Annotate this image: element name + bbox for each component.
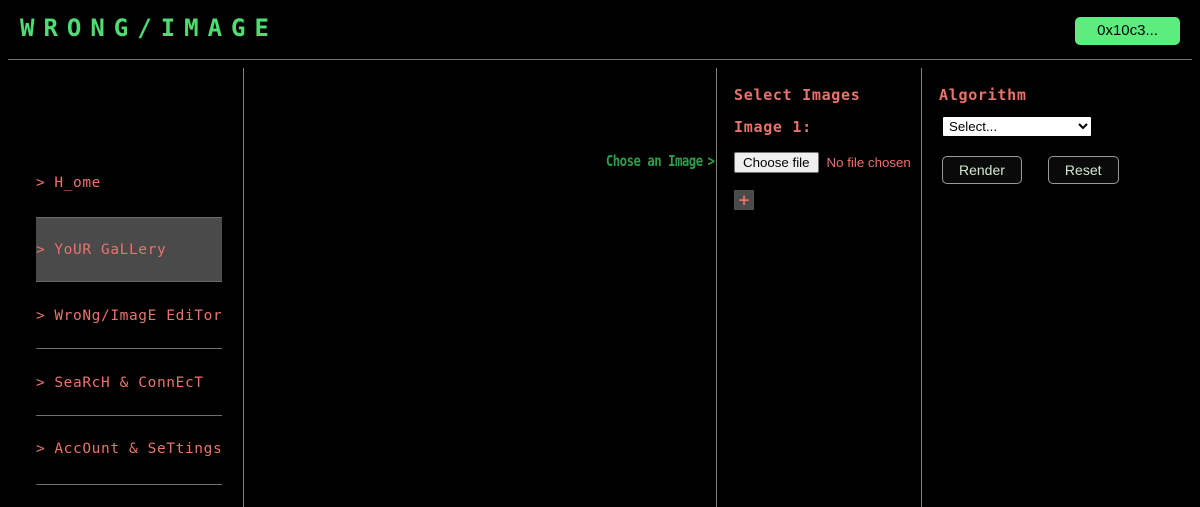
reset-button[interactable]: Reset bbox=[1047, 156, 1119, 184]
choose-file-button[interactable]: Choose file bbox=[734, 152, 819, 173]
image-1-label: Image 1: bbox=[734, 118, 812, 136]
algorithm-select[interactable]: Select... bbox=[942, 116, 1092, 137]
sidebar-divider bbox=[36, 348, 222, 349]
sidebar-item-label: AccOunt & SeTtings bbox=[54, 441, 223, 457]
sidebar-divider bbox=[36, 415, 222, 416]
sidebar-item-label: SeaRcH & ConnEcT bbox=[54, 375, 204, 391]
sidebar-item-account-settings[interactable]: > AccOunt & SeTtings bbox=[36, 441, 222, 457]
sidebar-item-search-connect[interactable]: > SeaRcH & ConnEcT bbox=[36, 375, 222, 391]
sidebar-item-label: YoUR GaLLery bbox=[54, 242, 167, 258]
caret-icon: > bbox=[36, 308, 46, 324]
image-preview-panel: Chose an Image > bbox=[244, 68, 716, 507]
wallet-address-button[interactable]: 0x10c3... bbox=[1075, 17, 1180, 45]
file-input-row: Choose file No file chosen bbox=[734, 152, 911, 173]
algorithm-actions: Render Reset bbox=[942, 156, 1119, 184]
choose-an-image-link[interactable]: Chose an Image > bbox=[605, 152, 714, 170]
sidebar-divider bbox=[36, 484, 222, 485]
caret-icon: > bbox=[36, 441, 46, 457]
add-image-button[interactable]: + bbox=[734, 190, 754, 210]
choose-an-image-label: Chose an Image bbox=[605, 152, 703, 170]
sidebar-item-gallery[interactable]: > YoUR GaLLery bbox=[36, 242, 222, 258]
caret-icon: > bbox=[36, 175, 46, 191]
sidebar-item-label: WroNg/ImagE EdiTor bbox=[54, 308, 223, 324]
app-brand-title: WRONG/IMAGE bbox=[20, 14, 278, 42]
sidebar-item-label: H_ome bbox=[54, 175, 101, 191]
sidebar-item-editor[interactable]: > WroNg/ImagE EdiTor bbox=[36, 308, 222, 324]
select-images-panel: Select Images Image 1: Choose file No fi… bbox=[717, 68, 921, 507]
algorithm-panel: Algorithm Select... Render Reset bbox=[922, 68, 1200, 507]
app-header: WRONG/IMAGE 0x10c3... bbox=[0, 0, 1200, 60]
caret-icon: > bbox=[36, 242, 46, 258]
caret-icon: > bbox=[36, 375, 46, 391]
no-file-chosen-text: No file chosen bbox=[826, 155, 911, 170]
sidebar-nav: > H_ome > YoUR GaLLery > WroNg/ImagE EdiTor… bbox=[0, 60, 243, 507]
chevron-right-icon: > bbox=[707, 152, 714, 170]
algorithm-heading: Algorithm bbox=[939, 86, 1027, 104]
select-images-heading: Select Images bbox=[734, 86, 861, 104]
render-button[interactable]: Render bbox=[942, 156, 1022, 184]
sidebar-item-home[interactable]: > H_ome bbox=[36, 175, 222, 191]
